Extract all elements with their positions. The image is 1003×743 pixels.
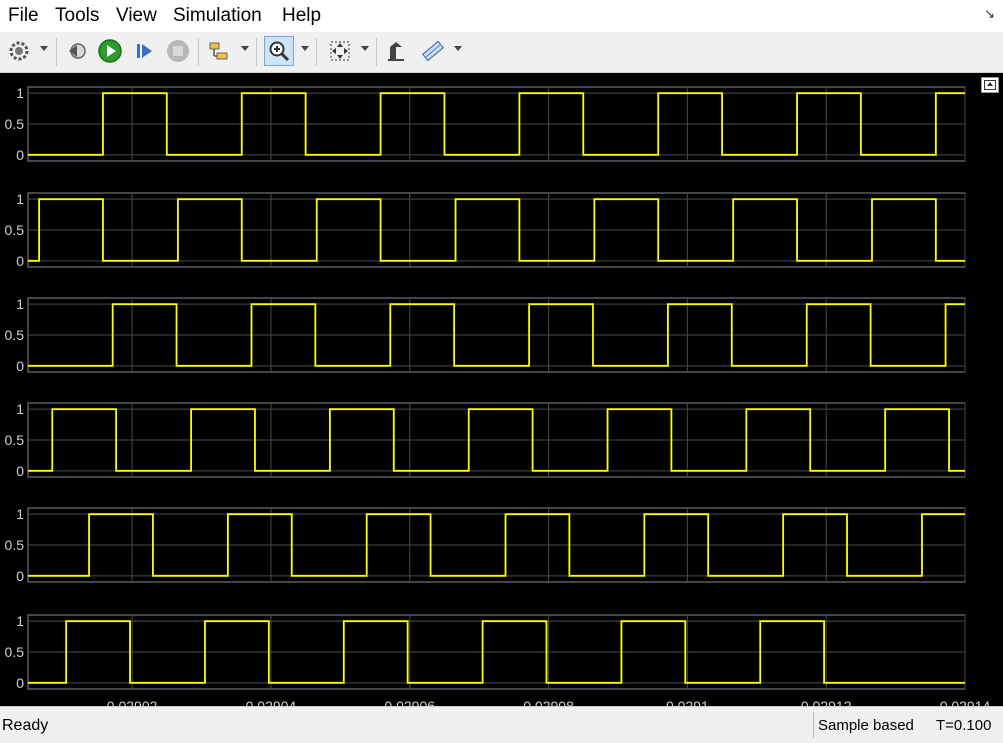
toolbar-separator	[56, 38, 57, 66]
y-tick-label: 0	[16, 675, 24, 691]
y-tick-label: 0.5	[5, 116, 25, 132]
toolbar	[0, 32, 1003, 73]
toolbar-separator	[376, 38, 377, 66]
y-tick-label: 0.5	[5, 537, 25, 553]
y-tick-label: 1	[16, 506, 24, 522]
y-tick-label: 0.5	[5, 432, 25, 448]
fit-menu-chevron-icon[interactable]	[361, 46, 369, 51]
status-time: T=0.100	[936, 717, 992, 734]
menu-help[interactable]: Help	[282, 5, 321, 27]
x-tick-label: 0.02902	[107, 698, 158, 706]
gear-icon[interactable]	[4, 36, 34, 66]
status-mode: Sample based	[818, 717, 914, 734]
menubar-dock-icon[interactable]: ↘	[984, 6, 995, 22]
measurements-menu-chevron-icon[interactable]	[454, 46, 462, 51]
highlight-menu-chevron-icon[interactable]	[241, 46, 249, 51]
x-tick-label: 0.02906	[384, 698, 435, 706]
highlight-block-icon[interactable]	[204, 36, 234, 66]
measurements-icon[interactable]	[418, 36, 448, 66]
y-tick-label: 0.5	[5, 644, 25, 660]
y-tick-label: 0	[16, 568, 24, 584]
x-tick-label: 0.02908	[523, 698, 574, 706]
style-icon[interactable]	[381, 36, 411, 66]
scope-plots: 0 0.5 1 0 0.5 1 0 0.5 1 0 0.5 1 0 0.5 1 0 0.5 1 0.02902 0.0…	[5, 85, 991, 706]
menu-bar: File Tools View Simulation Help ↘	[0, 0, 1003, 32]
y-tick-label: 1	[16, 296, 24, 312]
y-tick-label: 1	[16, 191, 24, 207]
status-bar: Ready Sample based T=0.100	[0, 706, 1003, 743]
y-tick-label: 0	[16, 358, 24, 374]
toolbar-separator	[256, 38, 257, 66]
fit-axes-icon[interactable]	[325, 36, 355, 66]
y-tick-label: 0	[16, 147, 24, 163]
y-tick-label: 0.5	[5, 327, 25, 343]
x-tick-label: 0.02914	[940, 698, 991, 706]
menu-view[interactable]: View	[116, 5, 157, 27]
menu-tools[interactable]: Tools	[55, 5, 99, 27]
y-tick-label: 1	[16, 613, 24, 629]
stop-icon[interactable]	[163, 36, 193, 66]
zoom-in-icon[interactable]	[264, 36, 294, 66]
x-tick-label: 0.02904	[246, 698, 297, 706]
toolbar-separator	[316, 38, 317, 66]
x-tick-label: 0.02912	[801, 698, 852, 706]
x-tick-label: 0.0291	[666, 698, 709, 706]
y-tick-label: 1	[16, 401, 24, 417]
menu-file[interactable]: File	[8, 5, 39, 27]
y-tick-label: 0	[16, 253, 24, 269]
zoom-menu-chevron-icon[interactable]	[301, 46, 309, 51]
y-tick-label: 0	[16, 463, 24, 479]
run-icon[interactable]	[95, 36, 125, 66]
menu-simulation[interactable]: Simulation	[173, 5, 262, 27]
toolbar-separator	[198, 38, 199, 66]
step-forward-icon[interactable]	[129, 36, 159, 66]
undock-icon[interactable]	[981, 77, 999, 93]
y-tick-label: 0.5	[5, 222, 25, 238]
step-back-icon[interactable]	[62, 36, 92, 66]
status-text: Ready	[2, 717, 49, 734]
y-tick-label: 1	[16, 85, 24, 101]
status-right-panel: Sample based T=0.100	[813, 712, 999, 738]
gear-menu-chevron-icon[interactable]	[40, 46, 48, 51]
